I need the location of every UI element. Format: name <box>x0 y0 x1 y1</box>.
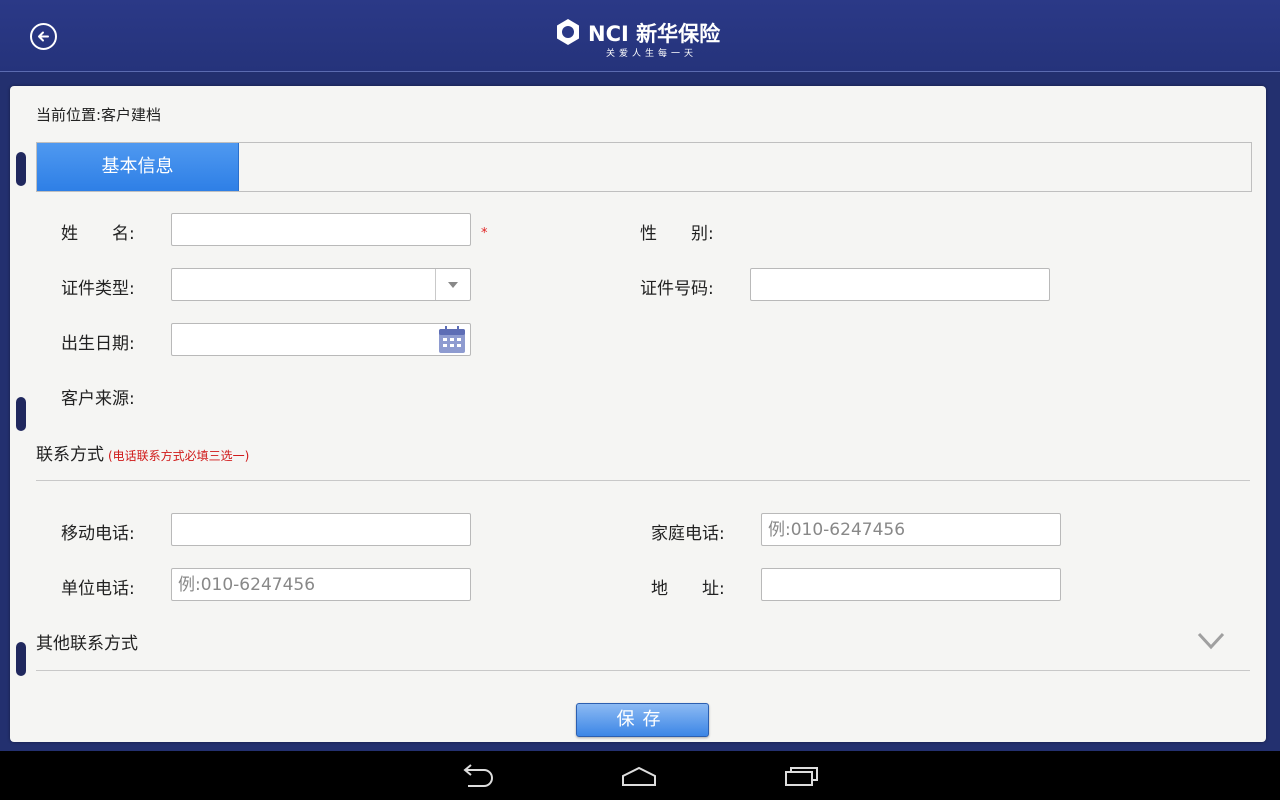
tab-bar: 基本信息 <box>36 142 1252 192</box>
mobile-input[interactable] <box>171 513 471 546</box>
save-button[interactable]: 保存 <box>576 703 709 737</box>
work-phone-label: 单位电话: <box>61 579 135 599</box>
mobile-label: 移动电话: <box>61 524 135 544</box>
id-number-label: 证件号码: <box>640 279 714 299</box>
id-type-label: 证件类型: <box>61 279 135 299</box>
nav-recents-icon[interactable] <box>783 763 821 789</box>
gender-label: 性 别: <box>640 224 714 244</box>
breadcrumb: 当前位置:客户建档 <box>36 106 162 124</box>
address-input[interactable] <box>761 568 1061 601</box>
section-divider <box>36 670 1250 671</box>
side-scroll-marker <box>16 152 26 186</box>
nav-home-icon[interactable] <box>620 763 658 789</box>
logo-text: NCI 新华保险 <box>588 22 721 46</box>
contact-title: 联系方式 <box>36 445 104 465</box>
dropdown-arrow-icon[interactable] <box>435 269 470 300</box>
other-contact-title[interactable]: 其他联系方式 <box>36 629 138 654</box>
address-label: 地 址: <box>651 579 725 599</box>
system-nav-bar <box>0 751 1280 800</box>
calendar-icon[interactable] <box>437 325 467 355</box>
side-scroll-marker <box>16 642 26 676</box>
birth-date-label: 出生日期: <box>61 334 135 354</box>
id-type-select[interactable] <box>171 268 471 301</box>
chevron-down-icon[interactable] <box>1197 632 1225 650</box>
source-label: 客户来源: <box>61 389 135 409</box>
nci-logo-mark-icon <box>557 19 579 45</box>
birth-date-input[interactable] <box>171 323 471 356</box>
app-header: NCI 新华保险 关爱人生每一天 <box>0 0 1280 72</box>
contact-hint: (电话联系方式必填三选一) <box>108 449 250 463</box>
section-divider <box>36 480 1250 481</box>
side-scroll-marker <box>16 397 26 431</box>
contact-section-title: 联系方式 (电话联系方式必填三选一) <box>36 440 249 465</box>
logo-slogan: 关爱人生每一天 <box>606 49 698 59</box>
home-phone-label: 家庭电话: <box>651 524 725 544</box>
tab-basic-info[interactable]: 基本信息 <box>37 143 239 191</box>
work-phone-input[interactable] <box>171 568 471 601</box>
nci-logo: NCI 新华保险 关爱人生每一天 <box>554 16 734 61</box>
name-input[interactable] <box>171 213 471 246</box>
back-arrow-icon <box>38 31 49 42</box>
home-phone-input[interactable] <box>761 513 1061 546</box>
name-label: 姓 名: <box>61 224 135 244</box>
back-button[interactable] <box>30 23 57 50</box>
id-number-input[interactable] <box>750 268 1050 301</box>
nav-back-icon[interactable] <box>458 763 496 789</box>
required-mark: * <box>481 226 488 241</box>
